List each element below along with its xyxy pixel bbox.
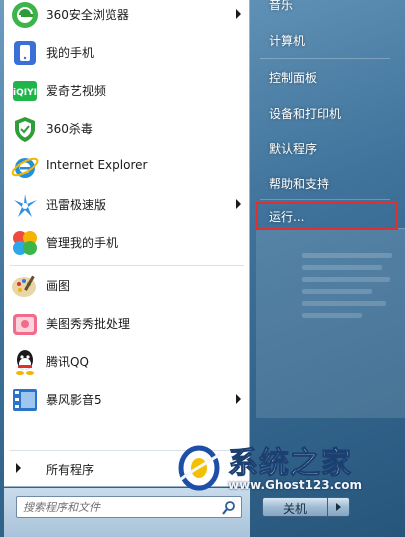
program-item-360-antivirus[interactable]: 360杀毒: [4, 110, 250, 148]
program-label: 迅雷极速版: [46, 198, 107, 212]
all-programs-label: 所有程序: [46, 463, 95, 477]
program-label: 360杀毒: [46, 122, 93, 136]
program-item-meitu[interactable]: 美图秀秀批处理: [4, 305, 250, 343]
right-item-label: 音乐: [269, 0, 294, 12]
program-item-baofeng[interactable]: 暴风影音5: [4, 381, 250, 419]
program-label: 我的手机: [46, 46, 95, 60]
watermark: 系统之家 www.Ghost123.com: [170, 438, 405, 498]
paint-icon: [12, 275, 36, 297]
search-icon[interactable]: [221, 500, 237, 516]
shutdown-options-button[interactable]: [328, 497, 350, 517]
search-box[interactable]: [16, 496, 242, 518]
my-phone-icon: [14, 41, 36, 65]
meitu-icon: [13, 314, 37, 335]
program-label: 管理我的手机: [46, 236, 119, 250]
program-item-360-browser[interactable]: 360安全浏览器: [4, 0, 250, 34]
expand-arrow-icon: [16, 463, 21, 473]
program-label: 暴风影音5: [46, 393, 102, 407]
programs-panel: 360安全浏览器 我的手机 iQIYI 爱奇艺视频 360杀毒 Internet…: [4, 0, 250, 487]
manage-phone-icon: [13, 231, 37, 255]
program-item-xunlei[interactable]: 迅雷极速版: [4, 186, 250, 224]
right-item-label: 运行...: [269, 210, 305, 224]
shutdown-label: 关机: [282, 502, 307, 516]
xunlei-icon: [14, 194, 37, 217]
program-label: 美图秀秀批处理: [46, 317, 131, 331]
right-item-label: 计算机: [269, 34, 306, 48]
right-item-label: 设备和打印机: [269, 107, 342, 121]
right-item-label: 默认程序: [269, 142, 318, 156]
svg-text:iQIYI: iQIYI: [13, 88, 37, 98]
search-input[interactable]: [23, 499, 213, 515]
qq-icon: [16, 350, 34, 375]
watermark-logo-icon: [178, 445, 221, 491]
program-item-qq[interactable]: 腾讯QQ: [4, 343, 250, 381]
right-item-devices-printers[interactable]: 设备和打印机: [256, 99, 398, 127]
submenu-arrow-icon: [236, 199, 241, 209]
360-browser-icon: [12, 2, 38, 28]
right-item-music[interactable]: 音乐: [256, 0, 398, 18]
program-item-paint[interactable]: 画图: [4, 267, 250, 305]
program-item-internet-explorer[interactable]: Internet Explorer: [4, 148, 250, 186]
right-item-default-programs[interactable]: 默认程序: [256, 134, 398, 162]
separator: [260, 199, 390, 200]
program-label: Internet Explorer: [46, 158, 148, 172]
right-item-label: 帮助和支持: [269, 177, 330, 191]
program-label: 画图: [46, 279, 71, 293]
submenu-arrow-icon: [236, 394, 241, 404]
360-antivirus-icon: [15, 117, 35, 142]
program-label: 360安全浏览器: [46, 8, 129, 22]
right-item-computer[interactable]: 计算机: [256, 26, 398, 54]
submenu-arrow-icon: [236, 9, 241, 19]
chevron-right-icon: [336, 503, 341, 511]
watermark-title: 系统之家: [228, 446, 352, 482]
right-item-run[interactable]: 运行...: [256, 202, 398, 230]
baofeng-icon: [13, 389, 37, 411]
program-label: 腾讯QQ: [46, 355, 89, 369]
separator: [10, 265, 244, 266]
ie-icon: [11, 157, 39, 178]
program-item-iqiyi[interactable]: iQIYI 爱奇艺视频: [4, 72, 250, 110]
right-item-control-panel[interactable]: 控制面板: [256, 63, 398, 91]
watermark-url: www.Ghost123.com: [228, 478, 363, 492]
shutdown-control: 关机: [262, 497, 350, 517]
program-item-manage-phone[interactable]: 管理我的手机: [4, 224, 250, 262]
shutdown-button[interactable]: 关机: [262, 497, 328, 517]
separator: [260, 58, 390, 59]
iqiyi-icon: iQIYI: [13, 81, 37, 101]
program-label: 爱奇艺视频: [46, 84, 107, 98]
right-item-help-support[interactable]: 帮助和支持: [256, 169, 398, 197]
program-item-my-phone[interactable]: 我的手机: [4, 34, 250, 72]
right-item-label: 控制面板: [269, 71, 318, 85]
